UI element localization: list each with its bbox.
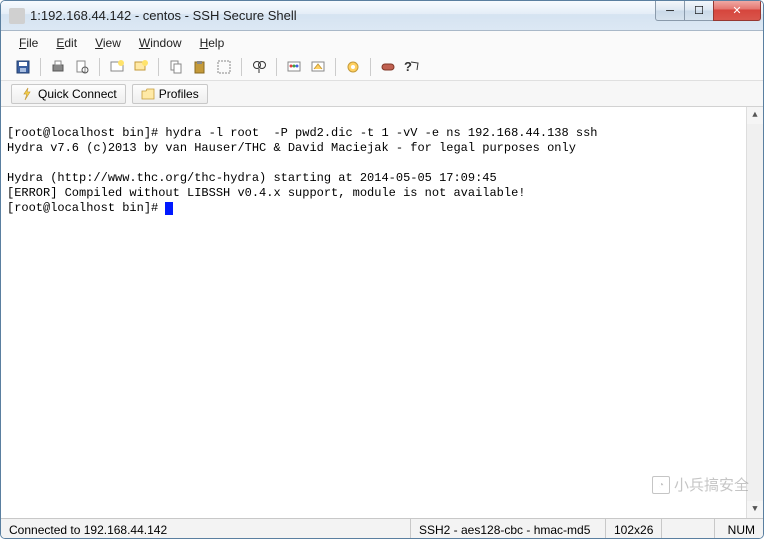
paste-button[interactable]	[190, 57, 210, 77]
menubar: File Edit View Window Help	[1, 31, 763, 53]
terminal[interactable]: [root@localhost bin]# hydra -l root -P p…	[1, 107, 763, 518]
menu-help[interactable]: Help	[192, 35, 233, 51]
colorprofile-button[interactable]	[284, 57, 304, 77]
printpreview-icon	[74, 59, 90, 75]
toolbar-separator	[241, 58, 242, 76]
lightning-icon	[20, 87, 34, 101]
print-icon	[50, 59, 66, 75]
titlebar[interactable]: 1:192.168.44.142 - centos - SSH Secure S…	[1, 1, 763, 31]
printpreview-button[interactable]	[72, 57, 92, 77]
close-icon: ✕	[732, 4, 741, 17]
minimize-icon: ─	[666, 5, 674, 17]
profiles-label: Profiles	[159, 87, 199, 101]
colorprofile-icon	[286, 59, 302, 75]
scroll-up-icon[interactable]: ▲	[747, 107, 763, 124]
settings-icon	[345, 59, 361, 75]
minimize-button[interactable]: ─	[655, 1, 685, 21]
status-numlock: NUM	[715, 519, 763, 539]
svg-text:?: ?	[404, 59, 412, 74]
quick-connect-label: Quick Connect	[38, 87, 117, 101]
help-icon: ?	[404, 59, 420, 75]
menu-file[interactable]: File	[11, 35, 46, 51]
menu-view[interactable]: View	[87, 35, 129, 51]
newterminal-icon	[109, 59, 125, 75]
selectall-icon	[216, 59, 232, 75]
paste-icon	[192, 59, 208, 75]
tunnel-button[interactable]	[308, 57, 328, 77]
status-spacer	[662, 519, 715, 539]
status-termsize: 102x26	[606, 519, 662, 539]
tunnel-icon	[310, 59, 326, 75]
quick-connect-button[interactable]: Quick Connect	[11, 84, 126, 104]
terminal-cursor	[165, 202, 173, 215]
maximize-icon: ☐	[694, 4, 704, 17]
menu-edit[interactable]: Edit	[48, 35, 85, 51]
terminal-line: [root@localhost bin]# hydra -l root -P p…	[7, 126, 598, 140]
status-connection: Connected to 192.168.44.142	[1, 519, 411, 539]
toolbar-separator	[158, 58, 159, 76]
save-icon	[15, 59, 31, 75]
toolbar-separator	[99, 58, 100, 76]
toolbar-separator	[276, 58, 277, 76]
watermark-text: 小兵搞安全	[674, 478, 749, 493]
menu-window[interactable]: Window	[131, 35, 190, 51]
toolbar-separator	[335, 58, 336, 76]
terminal-line: [root@localhost bin]#	[7, 201, 165, 215]
copy-icon	[168, 59, 184, 75]
disconnect-button[interactable]	[378, 57, 398, 77]
save-button[interactable]	[13, 57, 33, 77]
help-button[interactable]: ?	[402, 57, 422, 77]
wechat-icon: ◔	[652, 476, 670, 494]
terminal-line: [ERROR] Compiled without LIBSSH v0.4.x s…	[7, 186, 525, 200]
window-controls: ─ ☐ ✕	[656, 1, 761, 22]
disconnect-icon	[380, 59, 396, 75]
settings-button[interactable]	[343, 57, 363, 77]
scroll-down-icon[interactable]: ▼	[747, 501, 763, 518]
folder-icon	[141, 87, 155, 101]
find-icon	[251, 59, 267, 75]
toolbar: ?	[1, 53, 763, 81]
toolbar-separator	[40, 58, 41, 76]
newwindow-button[interactable]	[131, 57, 151, 77]
copy-button[interactable]	[166, 57, 186, 77]
statusbar: Connected to 192.168.44.142 SSH2 - aes12…	[1, 518, 763, 539]
print-button[interactable]	[48, 57, 68, 77]
find-button[interactable]	[249, 57, 269, 77]
maximize-button[interactable]: ☐	[684, 1, 714, 21]
toolbar-separator	[370, 58, 371, 76]
terminal-line: Hydra (http://www.thc.org/thc-hydra) sta…	[7, 171, 497, 185]
close-button[interactable]: ✕	[713, 1, 761, 21]
newwindow-icon	[133, 59, 149, 75]
profiles-button[interactable]: Profiles	[132, 84, 208, 104]
newterminal-button[interactable]	[107, 57, 127, 77]
app-icon	[9, 8, 25, 24]
scroll-track[interactable]	[747, 124, 763, 501]
terminal-line: Hydra v7.6 (c)2013 by van Hauser/THC & D…	[7, 141, 576, 155]
app-window: 1:192.168.44.142 - centos - SSH Secure S…	[0, 0, 764, 539]
vertical-scrollbar[interactable]: ▲ ▼	[746, 107, 763, 518]
shortcut-bar: Quick Connect Profiles	[1, 81, 763, 107]
status-protocol: SSH2 - aes128-cbc - hmac-md5	[411, 519, 606, 539]
watermark: ◔ 小兵搞安全	[652, 476, 749, 494]
selectall-button[interactable]	[214, 57, 234, 77]
window-title: 1:192.168.44.142 - centos - SSH Secure S…	[30, 8, 656, 23]
